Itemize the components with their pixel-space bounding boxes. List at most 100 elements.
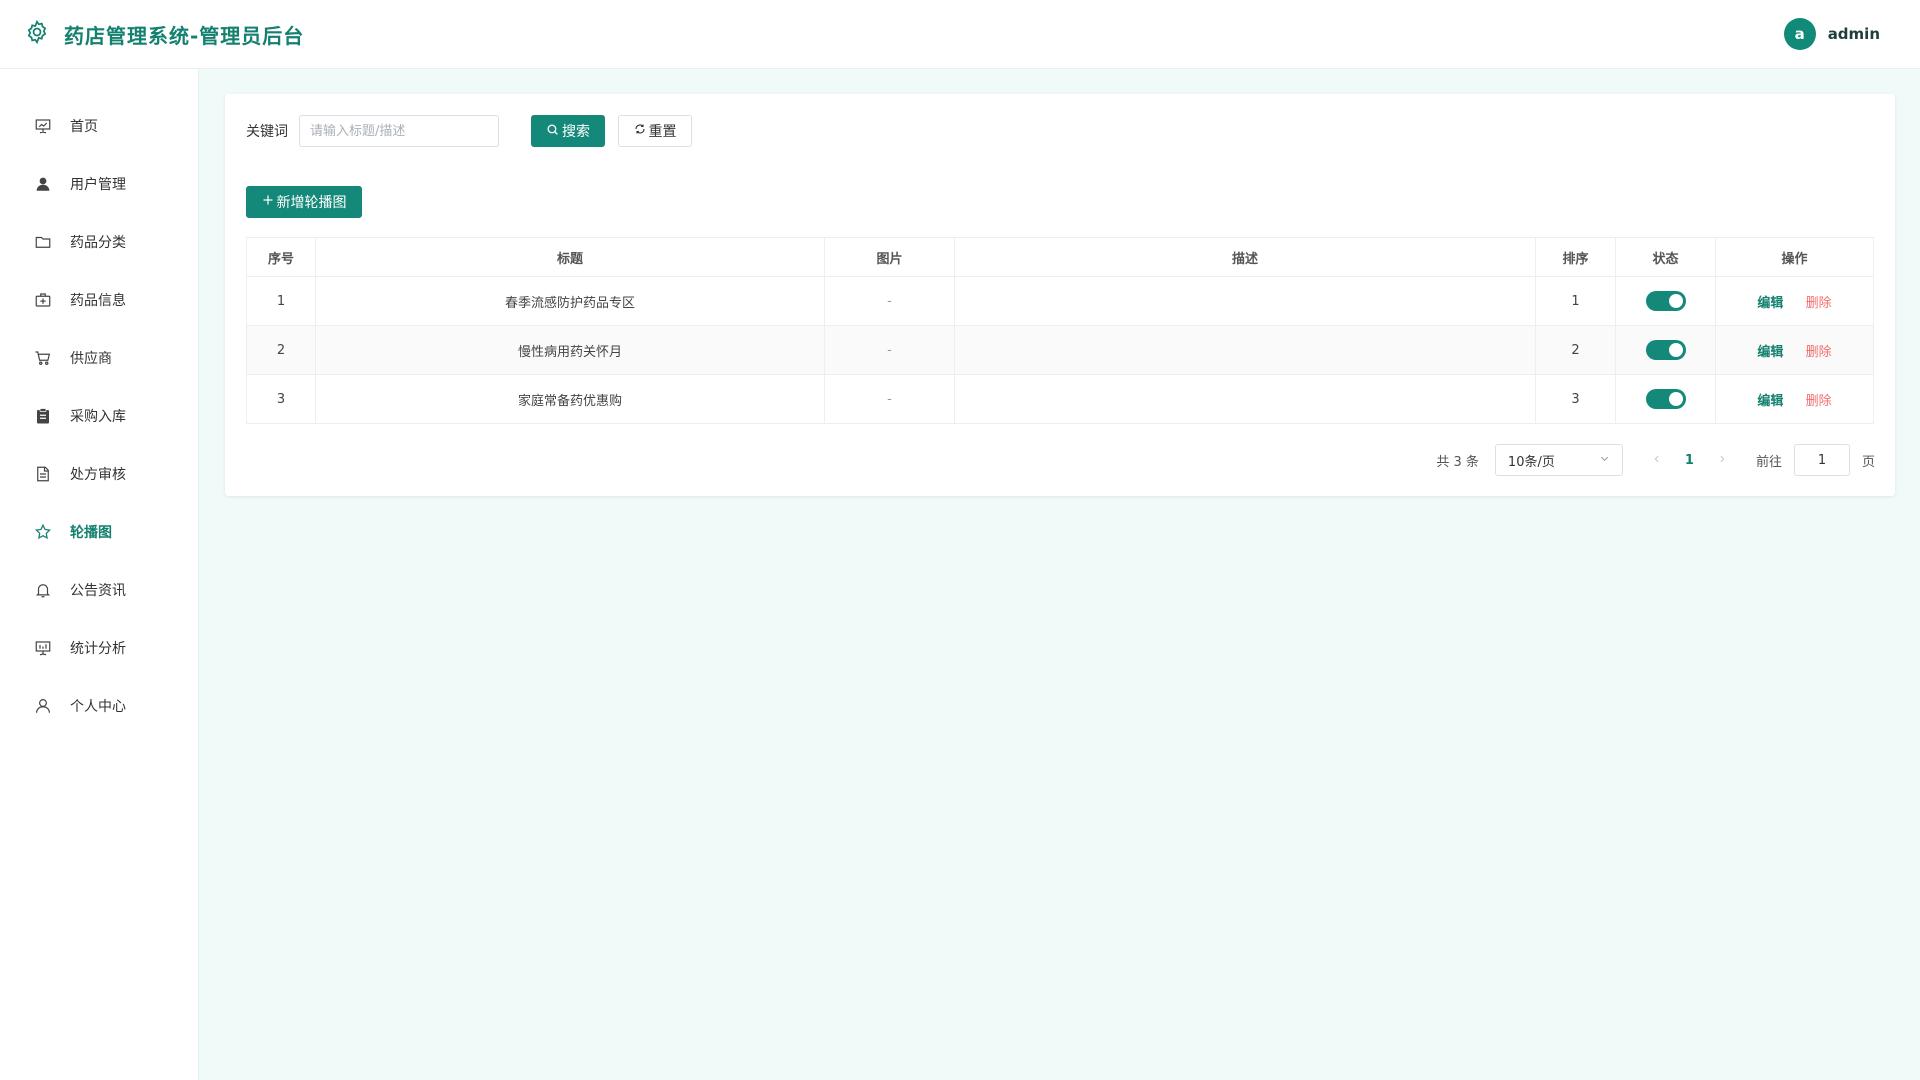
sidebar-item-profile[interactable]: 个人中心 — [0, 677, 198, 735]
reset-button-label: 重置 — [648, 124, 677, 140]
cell-description — [954, 276, 1536, 326]
sidebar-item-label: 统计分析 — [70, 641, 126, 657]
sidebar-item-purchase[interactable]: 采购入库 — [0, 387, 198, 445]
sidebar-item-statistics[interactable]: 统计分析 — [0, 619, 198, 677]
cell-title: 春季流感防护药品专区 — [315, 276, 825, 326]
plus-icon — [262, 194, 274, 210]
cell-status — [1615, 374, 1716, 424]
sidebar-item-label: 公告资讯 — [70, 583, 126, 599]
sidebar-item-carousel[interactable]: 轮播图 — [0, 503, 198, 561]
refresh-icon — [634, 123, 646, 139]
sidebar-item-prescription[interactable]: 处方审核 — [0, 445, 198, 503]
user-icon — [34, 697, 52, 715]
cell-title: 慢性病用药关怀月 — [315, 325, 825, 375]
cell-status — [1615, 325, 1716, 375]
column-header-image: 图片 — [824, 237, 955, 277]
search-button[interactable]: 搜索 — [531, 115, 605, 147]
cell-actions: 编辑 删除 — [1715, 325, 1874, 375]
sidebar-item-label: 采购入库 — [70, 409, 126, 425]
page-number-current[interactable]: 1 — [1685, 453, 1694, 468]
cell-description — [954, 374, 1536, 424]
chevron-down-icon — [1599, 453, 1610, 468]
edit-link[interactable]: 编辑 — [1757, 345, 1783, 360]
content-card: 关键词 搜索 重置 新增轮播图 序号 标题 图片 描述 排序 状态 操作 — [225, 94, 1895, 496]
folder-icon — [34, 233, 52, 251]
search-icon — [546, 123, 559, 140]
user-filled-icon — [34, 175, 52, 193]
cell-actions: 编辑 删除 — [1715, 374, 1874, 424]
table-row: 3 家庭常备药优惠购 - 3 编辑 删除 — [246, 374, 1874, 424]
cell-index: 1 — [246, 276, 316, 326]
cell-sort: 2 — [1535, 325, 1616, 375]
column-header-title: 标题 — [315, 237, 825, 277]
cell-image: - — [824, 276, 955, 326]
chevron-right-icon — [1720, 455, 1725, 463]
table-header-row: 序号 标题 图片 描述 排序 状态 操作 — [246, 237, 1874, 277]
sidebar-item-users[interactable]: 用户管理 — [0, 155, 198, 213]
carousel-table: 序号 标题 图片 描述 排序 状态 操作 1 春季流感防护药品专区 - 1 编辑… — [246, 237, 1874, 424]
sidebar-item-supplier[interactable]: 供应商 — [0, 329, 198, 387]
brand: 药店管理系统-管理员后台 — [24, 19, 304, 49]
app-title: 药店管理系统-管理员后台 — [64, 23, 305, 48]
next-page-button[interactable] — [1714, 452, 1730, 468]
keyword-label: 关键词 — [246, 124, 288, 140]
gear-icon — [24, 19, 50, 49]
column-header-status: 状态 — [1615, 237, 1716, 277]
cell-image: - — [824, 374, 955, 424]
delete-link[interactable]: 删除 — [1806, 394, 1832, 409]
pagination: 共 3 条 10条/页 1 前往 页 — [1436, 444, 1875, 476]
status-toggle[interactable] — [1645, 291, 1686, 311]
data-board-icon — [34, 639, 52, 657]
sidebar: 首页 用户管理 药品分类 药品信息 供应商 采购入库 处方审核 轮播图 公告资讯… — [0, 69, 199, 1080]
username[interactable]: admin — [1828, 25, 1880, 43]
cell-actions: 编辑 删除 — [1715, 276, 1874, 326]
bell-icon — [34, 581, 52, 599]
status-toggle[interactable] — [1645, 389, 1686, 409]
star-icon — [34, 523, 52, 541]
search-button-label: 搜索 — [562, 124, 590, 140]
goto-suffix: 页 — [1861, 454, 1875, 470]
first-aid-kit-icon — [34, 291, 52, 309]
presentation-icon — [34, 117, 52, 135]
sidebar-item-home[interactable]: 首页 — [0, 97, 198, 155]
sidebar-item-label: 供应商 — [70, 351, 112, 367]
chevron-left-icon — [1654, 455, 1659, 463]
reset-button[interactable]: 重置 — [618, 115, 692, 147]
cell-image: - — [824, 325, 955, 375]
user-menu[interactable]: a admin — [1783, 18, 1880, 50]
search-input[interactable] — [299, 115, 499, 147]
status-toggle[interactable] — [1645, 340, 1686, 360]
column-header-sort: 排序 — [1535, 237, 1616, 277]
cell-description — [954, 325, 1536, 375]
goto-page-input[interactable] — [1793, 444, 1850, 476]
top-header: 药店管理系统-管理员后台 a admin — [0, 0, 1920, 69]
add-button-label: 新增轮播图 — [276, 195, 347, 211]
page-size-select[interactable]: 10条/页 — [1494, 444, 1623, 476]
cell-title: 家庭常备药优惠购 — [315, 374, 825, 424]
cell-sort: 1 — [1535, 276, 1616, 326]
goto-label: 前往 — [1755, 454, 1782, 470]
delete-link[interactable]: 删除 — [1806, 296, 1832, 311]
sidebar-item-drug-info[interactable]: 药品信息 — [0, 271, 198, 329]
avatar[interactable]: a — [1783, 18, 1816, 50]
search-bar: 关键词 搜索 重置 — [246, 115, 692, 147]
document-icon — [34, 465, 52, 483]
add-carousel-button[interactable]: 新增轮播图 — [246, 186, 362, 218]
page-size-value: 10条/页 — [1507, 454, 1555, 470]
prev-page-button[interactable] — [1649, 452, 1665, 468]
edit-link[interactable]: 编辑 — [1757, 394, 1783, 409]
cell-status — [1615, 276, 1716, 326]
sidebar-item-drug-category[interactable]: 药品分类 — [0, 213, 198, 271]
cell-sort: 3 — [1535, 374, 1616, 424]
column-header-index: 序号 — [246, 237, 316, 277]
edit-link[interactable]: 编辑 — [1757, 296, 1783, 311]
shopping-cart-icon — [34, 349, 52, 367]
cell-index: 2 — [246, 325, 316, 375]
sidebar-item-label: 轮播图 — [70, 525, 112, 541]
sidebar-item-notice[interactable]: 公告资讯 — [0, 561, 198, 619]
cell-index: 3 — [246, 374, 316, 424]
sidebar-item-label: 药品分类 — [70, 235, 126, 251]
table-row: 1 春季流感防护药品专区 - 1 编辑 删除 — [246, 276, 1874, 326]
delete-link[interactable]: 删除 — [1806, 345, 1832, 360]
pagination-total: 共 3 条 — [1436, 454, 1479, 470]
